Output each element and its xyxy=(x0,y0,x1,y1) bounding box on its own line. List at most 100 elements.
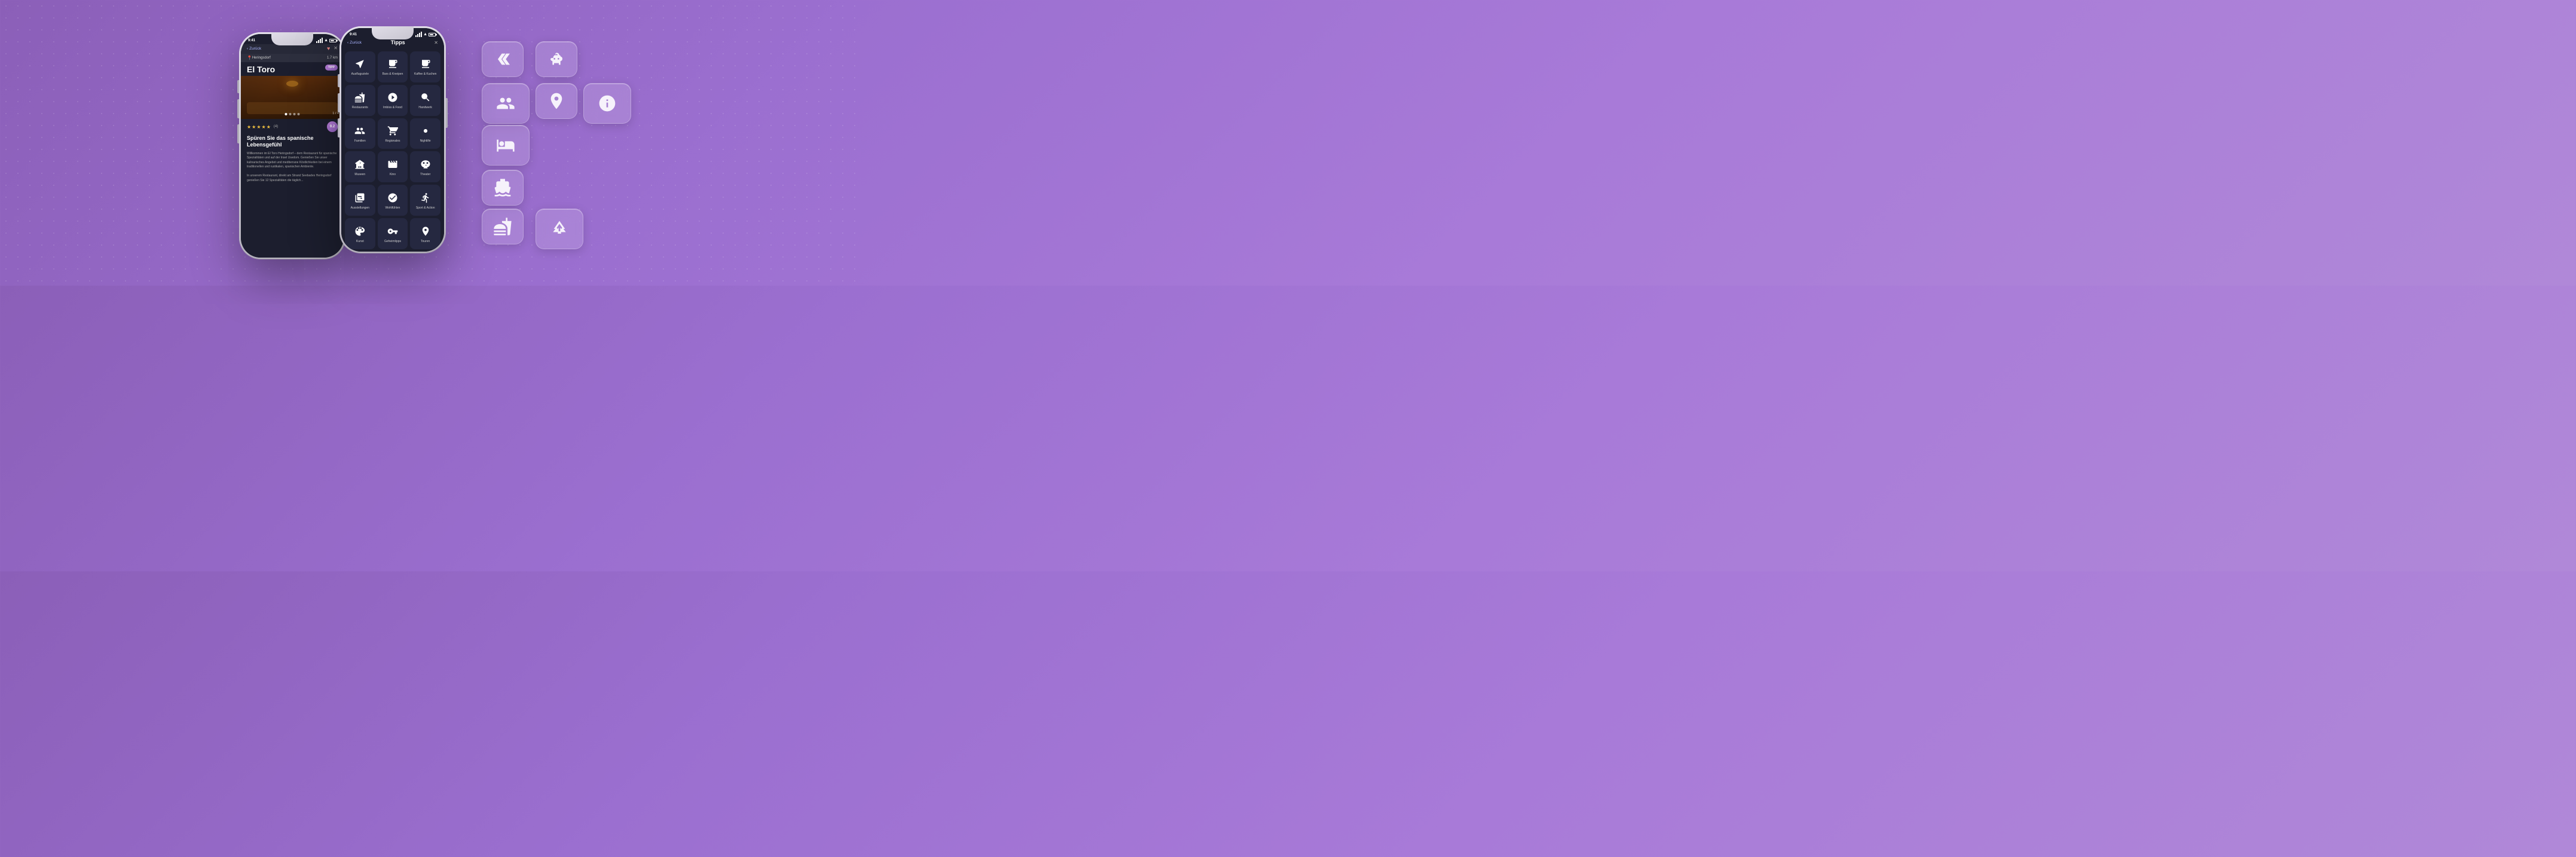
categories-grid: Ausflugsziele Bars & Kneipen Kaffee & Ku… xyxy=(341,49,444,252)
card-hotel xyxy=(482,125,530,166)
geheimtipps-label: Geheimtipps xyxy=(384,240,401,243)
card-boat xyxy=(482,170,524,206)
nightlife-label: Nightlife xyxy=(420,139,431,143)
restaurant-description: Willkommen im El Toro Heringsdorf – dem … xyxy=(241,150,344,185)
nav-bar-detail: ‹ Zurück ♥ ✕ xyxy=(241,44,344,54)
category-ausstellungen[interactable]: Ausstellungen xyxy=(345,185,375,216)
familien-label: Familien xyxy=(354,139,366,143)
museen-label: Museen xyxy=(354,173,365,176)
rating-section: ★★★★★ (4) 9.2 xyxy=(241,119,344,133)
scene: 9:41 ▲ xyxy=(239,26,619,259)
category-geheimtipps[interactable]: Geheimtipps xyxy=(378,218,408,249)
phone2-power xyxy=(446,98,448,128)
phone-menu: 9:41 ▲ xyxy=(339,26,446,253)
card-pin xyxy=(536,83,577,119)
ausstellungen-icon xyxy=(354,192,365,204)
theater-label: Theater xyxy=(420,173,430,176)
restaurant-heading: Spüren Sie das spanische Lebensgefühl xyxy=(241,133,344,150)
battery-icon-2 xyxy=(429,33,436,36)
icon-cards-panel xyxy=(482,41,619,244)
signal-icon xyxy=(316,38,323,43)
nightlife-icon xyxy=(420,126,431,137)
category-touren[interactable]: Touren xyxy=(410,218,440,249)
category-kaffee[interactable]: Kaffee & Kuchen xyxy=(410,51,440,82)
category-regionales[interactable]: Regionales xyxy=(378,118,408,149)
category-handwerk[interactable]: Handwerk xyxy=(410,85,440,116)
phone2-volume-mute xyxy=(338,74,339,87)
wifi-icon: ▲ xyxy=(324,38,328,42)
touren-label: Touren xyxy=(421,240,430,243)
location-bar: 📍 Heringsdorf 1.7 km xyxy=(241,54,344,62)
dot-4[interactable] xyxy=(298,113,300,115)
card-dog xyxy=(536,41,577,77)
chevron-left-icon: ‹ xyxy=(247,47,248,51)
card-family xyxy=(482,83,530,124)
imbiss-label: Imbiss & Food xyxy=(383,106,402,109)
restaurants-icon xyxy=(354,92,365,104)
museen-icon xyxy=(354,159,365,171)
phone2-volume-down xyxy=(338,118,339,137)
restaurant-icon xyxy=(493,217,512,236)
card-directions xyxy=(482,41,524,77)
distance-value: 1.7 km xyxy=(327,56,338,60)
kunst-icon xyxy=(354,226,365,238)
family-icon xyxy=(496,94,515,113)
kunst-label: Kunst xyxy=(356,240,364,243)
kino-label: Kino xyxy=(390,173,396,176)
heart-icon[interactable]: ♥ xyxy=(327,45,330,51)
dot-1[interactable] xyxy=(285,113,287,115)
category-bars[interactable]: Bars & Kneipen xyxy=(378,51,408,82)
status-time-2: 9:41 xyxy=(350,33,357,36)
menu-title: Tipps xyxy=(391,39,405,45)
back-button-2[interactable]: ‹ Zurück xyxy=(347,41,362,45)
category-nightlife[interactable]: Nightlife xyxy=(410,118,440,149)
regionales-icon xyxy=(387,126,398,137)
dog-icon xyxy=(547,50,566,69)
phone-screen-detail: 9:41 ▲ xyxy=(241,34,344,258)
dot-3[interactable] xyxy=(293,113,296,115)
category-ausflugsziele[interactable]: Ausflugsziele xyxy=(345,51,375,82)
nav-actions: ♥ ✕ xyxy=(327,45,338,51)
location-name: Heringsdorf xyxy=(252,56,271,60)
close-icon[interactable]: ✕ xyxy=(334,45,338,51)
phone-volume-down xyxy=(237,124,239,143)
boat-icon xyxy=(493,178,512,197)
category-kino[interactable]: Kino xyxy=(378,151,408,182)
status-icons: ▲ xyxy=(316,38,336,43)
wohlfuhlen-icon xyxy=(387,192,398,204)
category-restaurants[interactable]: Restaurants xyxy=(345,85,375,116)
category-museen[interactable]: Museen xyxy=(345,151,375,182)
category-theater[interactable]: Theater xyxy=(410,151,440,182)
dot-2[interactable] xyxy=(289,113,292,115)
screen-menu: 9:41 ▲ xyxy=(341,28,444,252)
phone-notch xyxy=(271,32,313,45)
back-button[interactable]: ‹ Zurück xyxy=(247,47,261,51)
sport-label: Sport & Action xyxy=(416,206,435,210)
card-info xyxy=(583,83,631,124)
bars-label: Bars & Kneipen xyxy=(383,72,403,76)
rating-count: (4) xyxy=(274,125,278,128)
nav-bar-menu: ‹ Zurück Tipps ✕ xyxy=(341,38,444,49)
status-icons-2: ▲ xyxy=(415,32,436,37)
category-kunst[interactable]: Kunst xyxy=(345,218,375,249)
touren-icon xyxy=(420,226,431,238)
handwerk-icon xyxy=(420,92,431,104)
info-icon xyxy=(598,94,617,113)
wifi-icon-2: ▲ xyxy=(423,32,427,36)
rating-badge: 9.2 xyxy=(327,121,338,132)
stars: ★★★★★ xyxy=(247,124,271,130)
ausstellungen-label: Ausstellungen xyxy=(351,206,369,210)
battery-icon xyxy=(329,39,336,42)
restaurant-title: El Toro TIPP xyxy=(241,62,344,76)
wohlfuhlen-label: Wohlfühlen xyxy=(386,206,400,210)
close-icon-2[interactable]: ✕ xyxy=(434,40,438,45)
pin-icon xyxy=(547,91,566,111)
category-imbiss[interactable]: Imbiss & Food xyxy=(378,85,408,116)
category-wohlfuhlen[interactable]: Wohlfühlen xyxy=(378,185,408,216)
chevron-left-icon-2: ‹ xyxy=(347,41,348,45)
category-sport[interactable]: Sport & Action xyxy=(410,185,440,216)
restaurants-label: Restaurants xyxy=(352,106,368,109)
card-forest xyxy=(536,209,583,249)
ausflugsziele-icon xyxy=(354,59,365,71)
category-familien[interactable]: Familien xyxy=(345,118,375,149)
